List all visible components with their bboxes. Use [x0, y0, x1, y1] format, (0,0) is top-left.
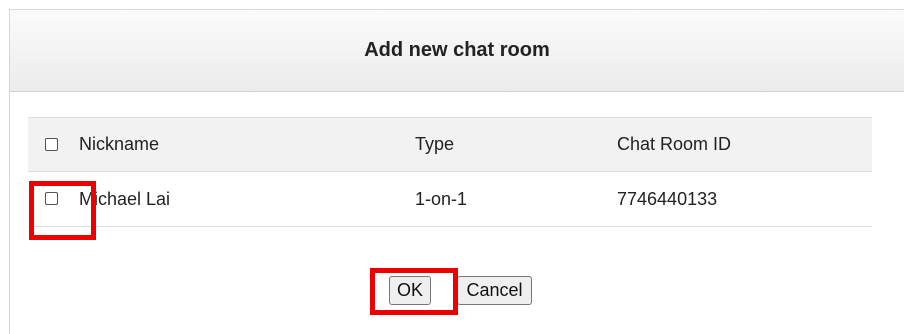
row-checkbox-highlight	[29, 181, 96, 240]
dialog-header: Add new chat room	[10, 10, 904, 92]
ok-button-highlight	[370, 268, 458, 315]
dialog-title: Add new chat room	[364, 39, 550, 61]
table-header-row: Nickname Type Chat Room ID	[28, 117, 872, 172]
column-header-nickname: Nickname	[79, 134, 160, 154]
column-header-type: Type	[415, 134, 455, 154]
chat-room-table: Nickname Type Chat Room ID Michael Lai 1…	[28, 117, 872, 227]
column-header-chat-room-id: Chat Room ID	[617, 134, 732, 154]
row-chat-room-id: 7746440133	[617, 188, 718, 209]
table-row: Michael Lai 1-on-1 7746440133	[28, 172, 872, 227]
select-all-checkbox[interactable]	[45, 137, 58, 151]
row-type: 1-on-1	[415, 188, 468, 209]
cancel-button[interactable]: Cancel	[457, 276, 532, 305]
